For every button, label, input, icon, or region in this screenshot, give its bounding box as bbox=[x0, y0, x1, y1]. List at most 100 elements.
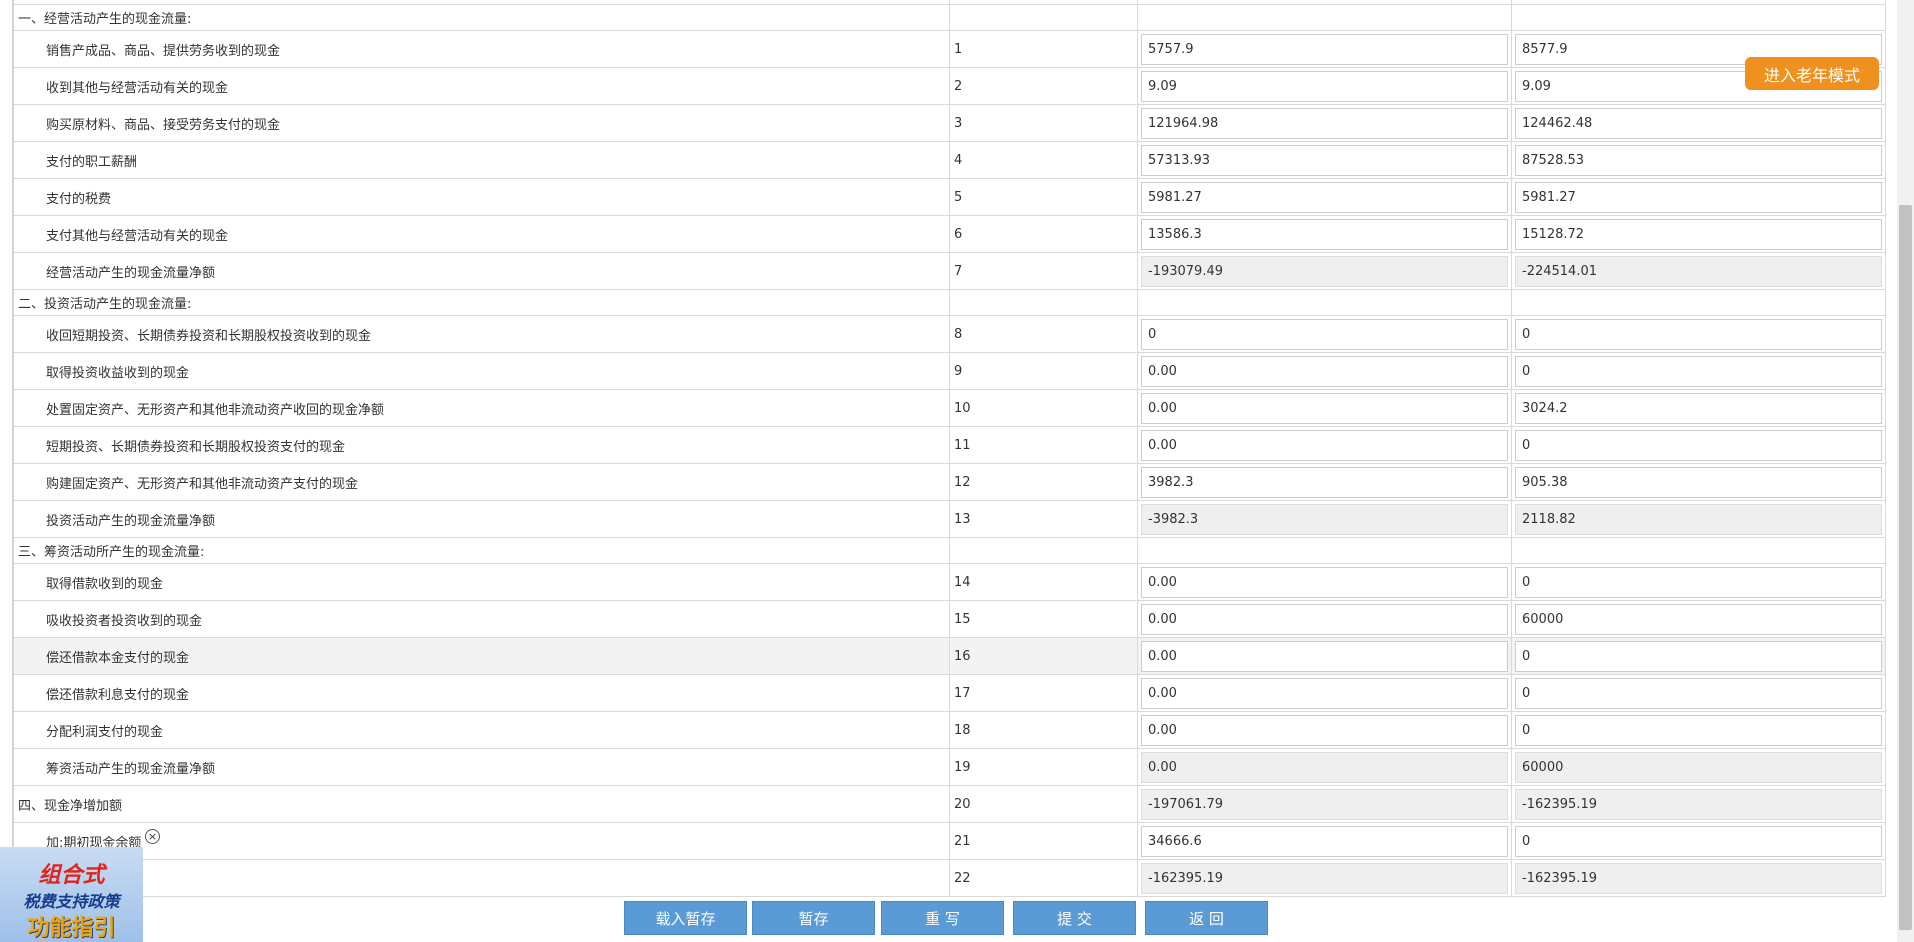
table-row: 偿还借款本金支付的现金 16 bbox=[13, 637, 1886, 675]
line-number: 8 bbox=[949, 315, 1138, 353]
item-name: 偿还借款利息支付的现金 bbox=[13, 674, 950, 712]
previous-amount-cell bbox=[1511, 785, 1886, 823]
current-amount-cell bbox=[1137, 711, 1512, 749]
table-row: 投资活动产生的现金流量净额 13 bbox=[13, 500, 1886, 538]
current-amount-input[interactable] bbox=[1141, 355, 1508, 387]
previous-amount-input[interactable] bbox=[1515, 466, 1882, 498]
previous-amount-input[interactable] bbox=[1515, 355, 1882, 387]
current-amount-input[interactable] bbox=[1141, 603, 1508, 635]
promo-guide-label: 功能指引 bbox=[27, 916, 116, 941]
table-row: 22 bbox=[13, 859, 1886, 897]
table-row: 经营活动产生的现金流量净额 7 bbox=[13, 252, 1886, 290]
current-amount-input[interactable] bbox=[1141, 181, 1508, 213]
line-number: 5 bbox=[949, 178, 1138, 216]
line-number: 16 bbox=[949, 637, 1138, 675]
previous-amount-input[interactable] bbox=[1515, 714, 1882, 746]
previous-amount-cell bbox=[1511, 711, 1886, 749]
previous-amount-input[interactable] bbox=[1515, 218, 1882, 250]
current-amount-input[interactable] bbox=[1141, 677, 1508, 709]
current-amount-cell bbox=[1137, 352, 1512, 390]
previous-amount-cell bbox=[1511, 859, 1886, 897]
table-row: 支付其他与经营活动有关的现金 6 bbox=[13, 215, 1886, 253]
section-title: 一、经营活动产生的现金流量: bbox=[13, 4, 950, 31]
item-name: 分配利润支付的现金 bbox=[13, 711, 950, 749]
line-number: 7 bbox=[949, 252, 1138, 290]
current-amount-input[interactable] bbox=[1141, 640, 1508, 672]
section-title: 二、投资活动产生的现金流量: bbox=[13, 289, 950, 316]
line-number: 3 bbox=[949, 104, 1138, 142]
table-row: 购买原材料、商品、接受劳务支付的现金 3 bbox=[13, 104, 1886, 142]
previous-amount-input bbox=[1515, 788, 1882, 820]
current-amount-input bbox=[1141, 255, 1508, 287]
table-row: 收到其他与经营活动有关的现金 2 bbox=[13, 67, 1886, 105]
current-amount-input[interactable] bbox=[1141, 107, 1508, 139]
current-amount-cell bbox=[1137, 30, 1512, 68]
empty-cell bbox=[949, 4, 1138, 31]
previous-amount-input[interactable] bbox=[1515, 429, 1882, 461]
promo-subtitle: 税费支持政策 bbox=[23, 892, 120, 911]
previous-amount-input[interactable] bbox=[1515, 107, 1882, 139]
close-icon[interactable]: × bbox=[145, 829, 160, 844]
line-number: 4 bbox=[949, 141, 1138, 179]
line-number: 11 bbox=[949, 426, 1138, 464]
current-amount-input[interactable] bbox=[1141, 825, 1508, 857]
previous-amount-input[interactable] bbox=[1515, 603, 1882, 635]
empty-cell bbox=[1511, 289, 1886, 316]
line-number: 22 bbox=[949, 859, 1138, 897]
previous-amount-input[interactable] bbox=[1515, 677, 1882, 709]
rewrite-button[interactable]: 重 写 bbox=[881, 901, 1004, 935]
current-amount-input[interactable] bbox=[1141, 144, 1508, 176]
item-name: 偿还借款本金支付的现金 bbox=[13, 637, 950, 675]
save-draft-button[interactable]: 暂存 bbox=[752, 901, 875, 935]
line-number: 20 bbox=[949, 785, 1138, 823]
current-amount-input[interactable] bbox=[1141, 714, 1508, 746]
current-amount-cell bbox=[1137, 674, 1512, 712]
previous-amount-cell bbox=[1511, 426, 1886, 464]
current-amount-input[interactable] bbox=[1141, 218, 1508, 250]
previous-amount-cell bbox=[1511, 500, 1886, 538]
policy-guide-banner[interactable]: 组合式 税费支持政策 功能指引 bbox=[0, 847, 143, 942]
current-amount-cell bbox=[1137, 426, 1512, 464]
previous-amount-input[interactable] bbox=[1515, 318, 1882, 350]
previous-amount-input[interactable] bbox=[1515, 181, 1882, 213]
item-name: 支付的职工薪酬 bbox=[13, 141, 950, 179]
current-amount-input[interactable] bbox=[1141, 392, 1508, 424]
previous-amount-cell bbox=[1511, 141, 1886, 179]
table-row: 处置固定资产、无形资产和其他非流动资产收回的现金净额 10 bbox=[13, 389, 1886, 427]
elder-mode-button[interactable]: 进入老年模式 bbox=[1745, 57, 1879, 90]
previous-amount-input[interactable] bbox=[1515, 392, 1882, 424]
line-number: 14 bbox=[949, 563, 1138, 601]
previous-amount-input[interactable] bbox=[1515, 144, 1882, 176]
current-amount-input[interactable] bbox=[1141, 70, 1508, 102]
current-amount-input[interactable] bbox=[1141, 466, 1508, 498]
current-amount-input[interactable] bbox=[1141, 318, 1508, 350]
item-name: 销售产成品、商品、提供劳务收到的现金 bbox=[13, 30, 950, 68]
line-number: 10 bbox=[949, 389, 1138, 427]
vertical-scrollbar[interactable] bbox=[1897, 0, 1914, 942]
item-name: 取得借款收到的现金 bbox=[13, 563, 950, 601]
table-row: 支付的税费 5 bbox=[13, 178, 1886, 216]
cash-flow-table: 一、经营活动产生的现金流量:销售产成品、商品、提供劳务收到的现金1收到其他与经营… bbox=[13, 0, 1886, 897]
item-name bbox=[13, 859, 950, 897]
item-name: 筹资活动产生的现金流量净额 bbox=[13, 748, 950, 786]
previous-amount-input[interactable] bbox=[1515, 566, 1882, 598]
line-number: 19 bbox=[949, 748, 1138, 786]
previous-amount-cell bbox=[1511, 600, 1886, 638]
empty-cell bbox=[1137, 4, 1512, 31]
load-draft-button[interactable]: 载入暂存 bbox=[624, 901, 747, 935]
current-amount-cell bbox=[1137, 104, 1512, 142]
table-row: 购建固定资产、无形资产和其他非流动资产支付的现金 12 bbox=[13, 463, 1886, 501]
current-amount-input[interactable] bbox=[1141, 429, 1508, 461]
back-button[interactable]: 返 回 bbox=[1145, 901, 1268, 935]
scrollbar-thumb[interactable] bbox=[1899, 205, 1912, 930]
current-amount-input[interactable] bbox=[1141, 33, 1508, 65]
current-amount-cell bbox=[1137, 563, 1512, 601]
table-row: 分配利润支付的现金 18 bbox=[13, 711, 1886, 749]
line-number: 17 bbox=[949, 674, 1138, 712]
previous-amount-input[interactable] bbox=[1515, 640, 1882, 672]
submit-button[interactable]: 提 交 bbox=[1013, 901, 1136, 935]
bottom-toolbar: 载入暂存 暂存 重 写 提 交 返 回 bbox=[0, 901, 1897, 942]
previous-amount-input[interactable] bbox=[1515, 825, 1882, 857]
current-amount-cell bbox=[1137, 748, 1512, 786]
current-amount-input[interactable] bbox=[1141, 566, 1508, 598]
